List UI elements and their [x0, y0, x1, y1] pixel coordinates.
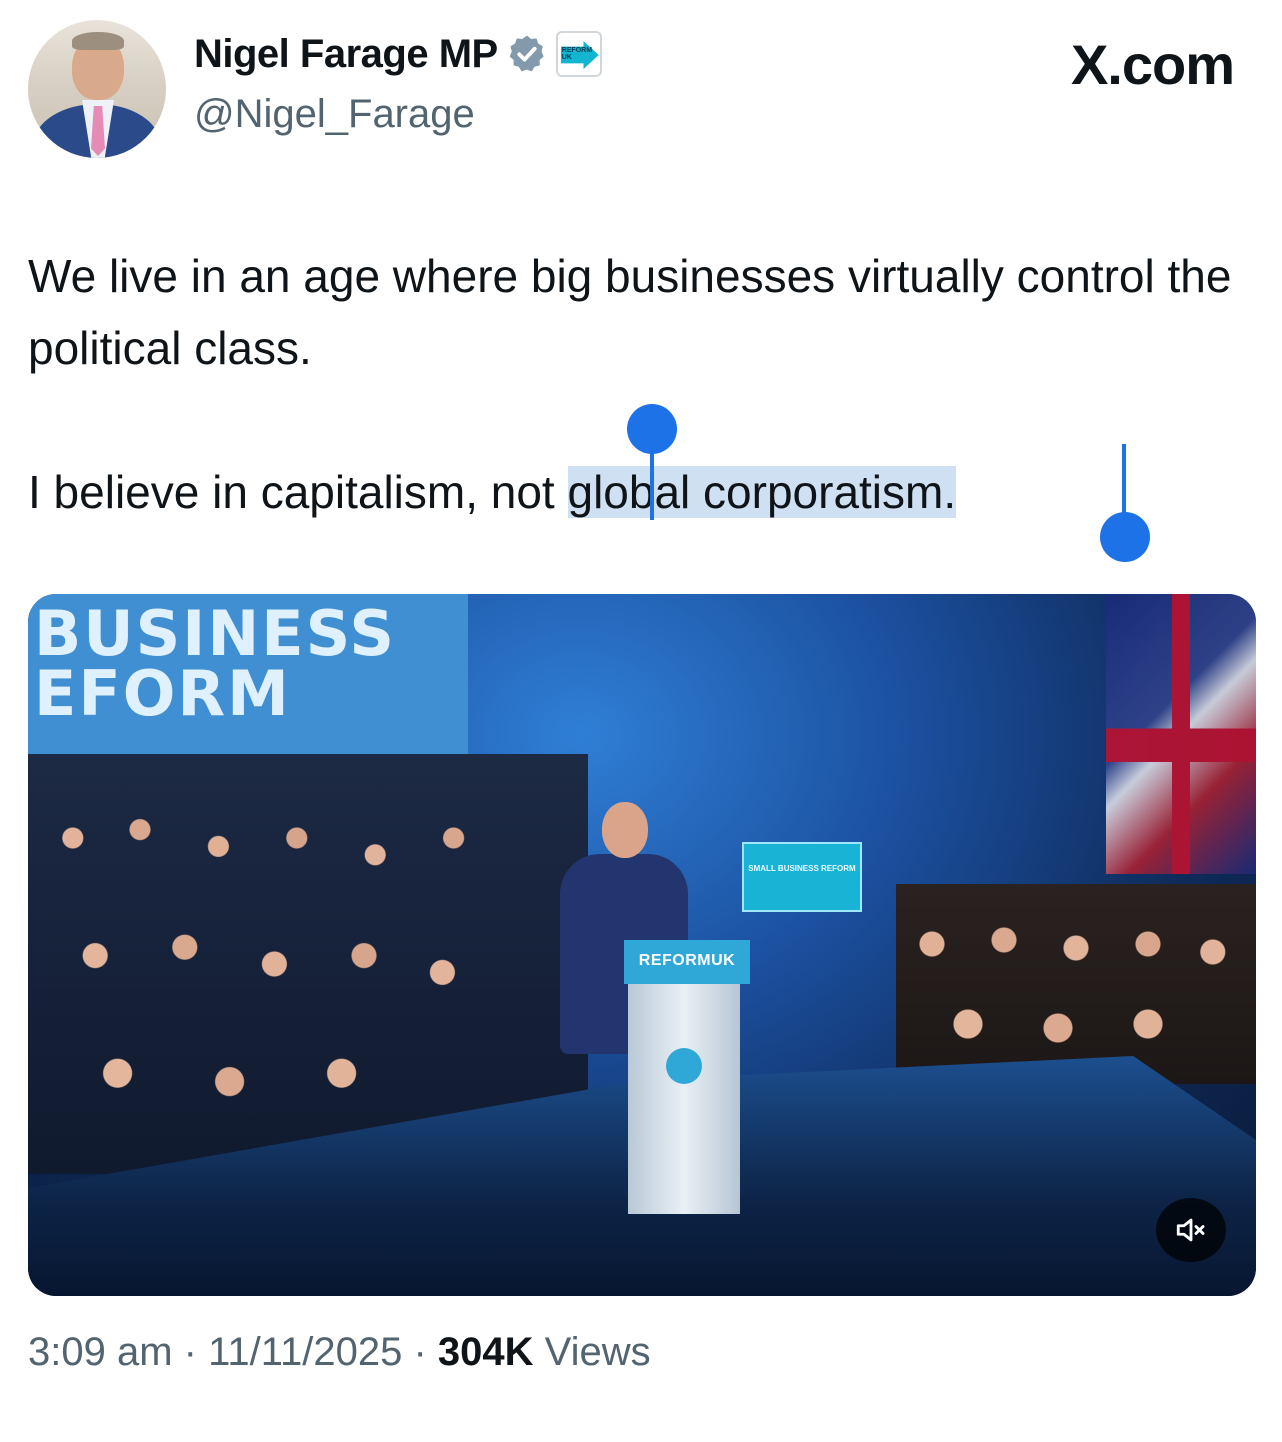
tweet-time[interactable]: 3:09 am [28, 1330, 173, 1375]
banner-text: BUSINESS EFORM [34, 597, 397, 730]
tweet-meta: 3:09 am · 11/11/2025 · 304K Views [28, 1330, 651, 1375]
author-avatar[interactable] [28, 20, 166, 158]
tweet-paragraph-2-unselected: I believe in capitalism, not [28, 466, 555, 518]
speaker-head [602, 802, 648, 858]
podium-label: REFORMUK [638, 952, 736, 969]
text-selection[interactable]: global corporatism. [567, 466, 957, 518]
avatar-hair [72, 32, 124, 50]
podium-logo-icon [666, 1048, 702, 1084]
affiliate-badge-text: REFORM UK [561, 47, 593, 61]
podium [628, 984, 740, 1214]
selection-start-caret [650, 444, 654, 520]
speaker-muted-icon [1176, 1218, 1205, 1242]
brand-logo: X.com [1070, 33, 1235, 96]
selection-end-caret [1122, 444, 1126, 520]
tweet-paragraph-2: I believe in capitalism, not global corp… [28, 456, 1248, 528]
union-flag [1106, 594, 1256, 874]
author-name[interactable]: Nigel Farage MP [194, 32, 498, 77]
screen-text: SMALL BUSINESS REFORM [748, 864, 856, 873]
audience-right [896, 884, 1256, 1084]
author-handle[interactable]: @Nigel_Farage [194, 92, 475, 137]
meta-separator: · [172, 1330, 209, 1374]
podium-sign: REFORMUK [624, 940, 750, 984]
banner-line-2: EFORM [34, 657, 291, 730]
tweet-date[interactable]: 11/11/2025 [208, 1330, 402, 1375]
tweet-text: We live in an age where big businesses v… [28, 240, 1248, 528]
affiliate-badge-icon[interactable]: REFORM UK [555, 31, 602, 77]
views-count[interactable]: 304K [438, 1330, 534, 1375]
stage-screen: SMALL BUSINESS REFORM [742, 842, 862, 912]
stage-banner: BUSINESS EFORM [28, 594, 468, 764]
tweet-paragraph-1: We live in an age where big businesses v… [28, 250, 1232, 374]
selection-end-handle[interactable] [1100, 512, 1150, 562]
views-label: Views [533, 1330, 651, 1374]
tweet-video[interactable]: BUSINESS EFORM SMALL BUSINESS REFORM REF… [28, 594, 1256, 1296]
mute-button[interactable] [1156, 1198, 1226, 1262]
verified-badge-icon[interactable] [506, 33, 548, 75]
meta-separator: · [402, 1330, 438, 1374]
banner-line-1: BUSINESS [34, 597, 397, 670]
author-name-row: Nigel Farage MP REFORM UK [194, 28, 602, 80]
